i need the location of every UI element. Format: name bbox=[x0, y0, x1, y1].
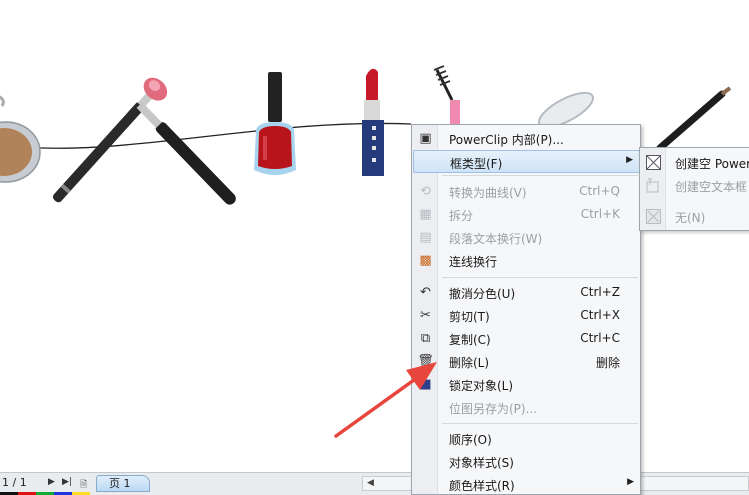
annotation-arrow bbox=[334, 362, 437, 438]
